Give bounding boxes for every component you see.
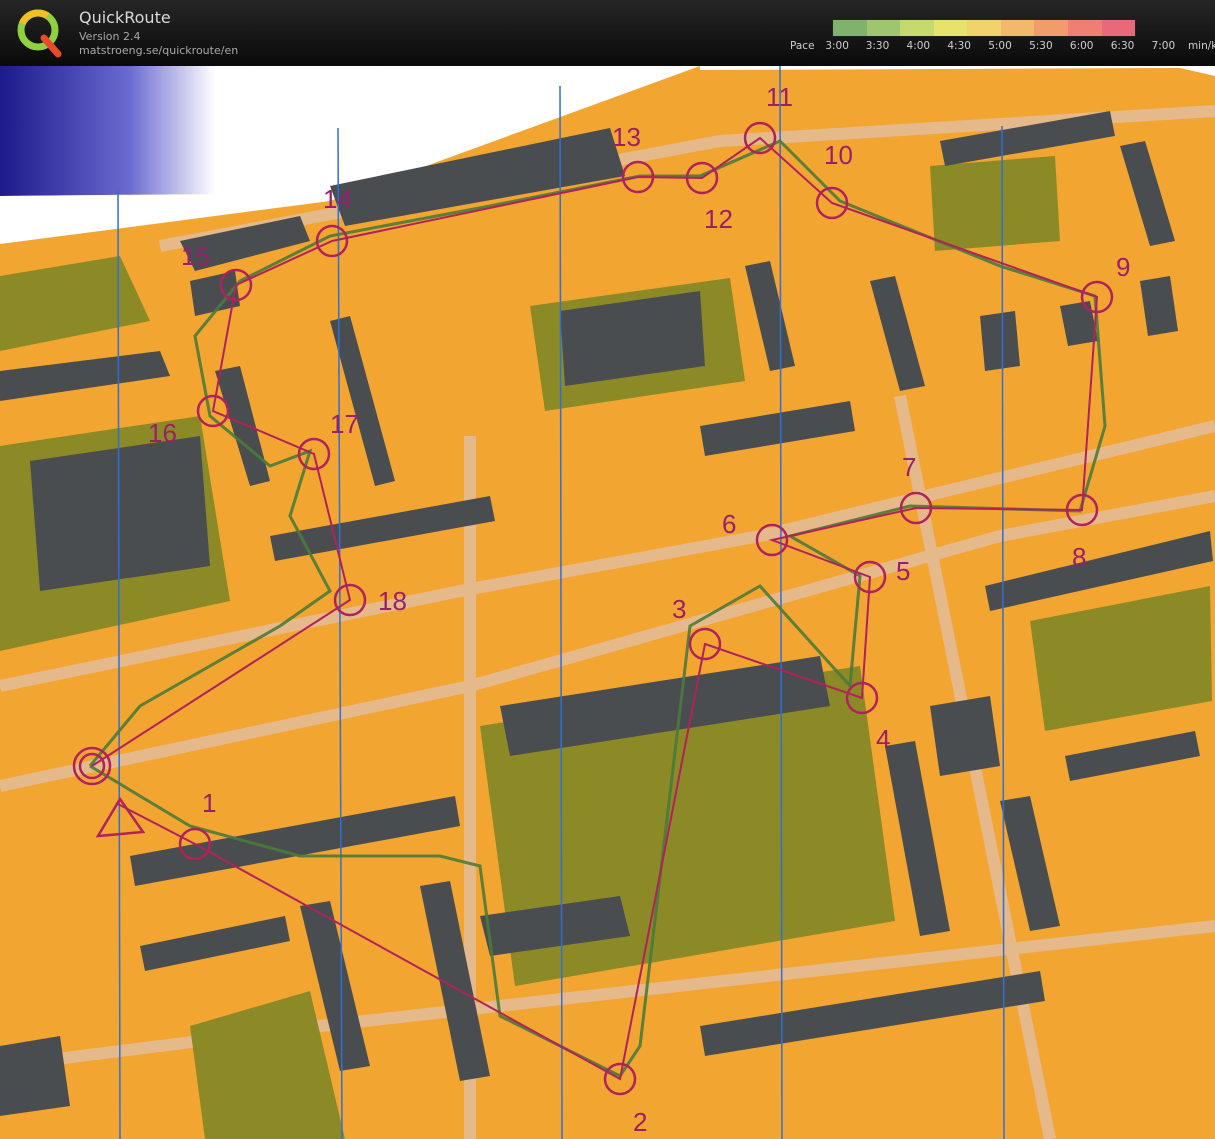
pace-tick: 4:30 <box>947 40 971 52</box>
control-number-9: 9 <box>1116 252 1130 282</box>
pace-color-segment <box>967 20 1001 36</box>
pace-color-bar <box>832 19 1136 37</box>
control-number-18: 18 <box>378 586 407 616</box>
orienteering-map[interactable]: 1 2 3 4 5 6 7 8 9 10 11 12 13 14 15 16 1… <box>0 66 1215 1139</box>
control-number-11: 11 <box>766 82 793 112</box>
control-number-1: 1 <box>202 788 216 818</box>
control-number-2: 2 <box>633 1107 647 1137</box>
pace-scale-labels: Pace 3:00 3:30 4:00 4:30 5:00 5:30 6:00 … <box>790 40 1215 52</box>
pace-legend: Pace 3:00 3:30 4:00 4:30 5:00 5:30 6:00 … <box>790 18 1215 60</box>
pace-color-segment <box>1101 20 1136 36</box>
app-header: QuickRoute Version 2.4 matstroeng.se/qui… <box>0 0 1215 66</box>
pace-tick: 5:00 <box>988 40 1012 52</box>
pace-tick: 6:00 <box>1069 40 1094 52</box>
app-url: matstroeng.se/quickroute/en <box>79 44 239 57</box>
pace-color-segment <box>1034 20 1068 36</box>
quickroute-logo-icon <box>17 9 62 58</box>
control-number-3: 3 <box>672 594 686 624</box>
control-number-12: 12 <box>704 204 733 234</box>
app-title: QuickRoute <box>79 8 171 27</box>
control-number-6: 6 <box>722 509 736 539</box>
pace-color-segment <box>1067 20 1102 36</box>
pace-unit: min/km <box>1187 40 1215 52</box>
app-version: Version 2.4 <box>79 30 141 43</box>
pace-tick: 3:30 <box>865 40 890 52</box>
control-number-13: 13 <box>612 122 641 152</box>
pace-color-segment <box>933 20 968 36</box>
control-number-7: 7 <box>902 452 916 482</box>
control-number-15: 15 <box>181 241 210 271</box>
control-number-4: 4 <box>876 724 890 754</box>
control-number-8: 8 <box>1072 542 1086 572</box>
control-number-5: 5 <box>896 556 910 586</box>
control-number-10: 10 <box>824 140 853 170</box>
pace-tick: 7:00 <box>1151 40 1176 52</box>
control-number-14: 14 <box>323 184 352 214</box>
pace-color-segment <box>866 20 901 36</box>
pace-tick: 4:00 <box>906 40 931 52</box>
pace-tick: 6:30 <box>1110 40 1135 52</box>
pace-color-segment <box>833 20 867 36</box>
control-number-17: 17 <box>330 409 359 439</box>
pace-tick: 3:00 <box>825 40 849 52</box>
scan-border <box>0 66 215 196</box>
pace-color-segment <box>900 20 934 36</box>
pace-prefix: Pace <box>790 40 815 52</box>
pace-tick: 5:30 <box>1029 40 1053 52</box>
pace-color-segment <box>1000 20 1035 36</box>
control-number-16: 16 <box>148 418 177 448</box>
